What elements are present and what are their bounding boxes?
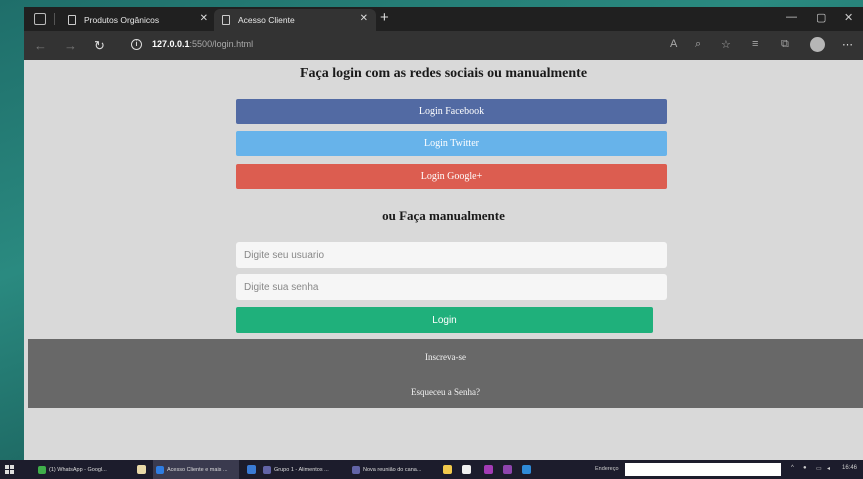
new-tab-button[interactable]: + <box>380 9 389 26</box>
page-title: Faça login com as redes sociais ou manua… <box>299 66 588 81</box>
url-path: :5500/login.html <box>189 39 254 49</box>
windows-start-icon[interactable] <box>5 465 14 474</box>
chrome-icon <box>38 465 46 474</box>
tab-separator <box>54 13 55 25</box>
read-aloud-icon[interactable]: A <box>670 38 677 50</box>
login-twitter-button[interactable]: Login Twitter <box>236 131 667 156</box>
refresh-icon[interactable]: ↻ <box>94 38 105 54</box>
manual-login-heading: ou Faça manualmente <box>382 208 505 223</box>
forgot-password-link[interactable]: Esqueceu a Senha? <box>28 387 863 397</box>
login-facebook-button[interactable]: Login Facebook <box>236 99 667 124</box>
taskbar-item-label: Nova reunião do cana... <box>363 466 422 473</box>
tab-acesso-cliente[interactable]: Acesso Cliente ✕ <box>214 9 376 31</box>
app-icon[interactable] <box>247 465 256 474</box>
url-field[interactable]: 127.0.0.1:5500/login.html <box>152 39 253 49</box>
taskbar-item-edge[interactable]: Acesso Cliente e mais ... <box>153 460 239 479</box>
taskbar-item-label: Acesso Cliente e mais ... <box>167 466 228 473</box>
address-toolbar-label: Endereço <box>595 466 619 472</box>
maximize-button[interactable]: ▢ <box>816 11 826 24</box>
mic-icon[interactable]: ● <box>803 465 807 471</box>
tab-label: Produtos Orgânicos <box>84 15 160 25</box>
password-input[interactable] <box>236 274 667 300</box>
file-explorer-icon[interactable] <box>137 465 146 474</box>
battery-icon[interactable]: ▭ <box>816 465 822 472</box>
url-host: 127.0.0.1 <box>152 39 190 49</box>
taskbar-item-label: Grupo 1 - Alimentos ... <box>274 466 329 473</box>
login-button[interactable]: Login <box>236 307 653 333</box>
taskbar: (1) WhatsApp - Googl... Acesso Cliente e… <box>0 460 863 479</box>
close-tab-icon[interactable]: ✕ <box>360 13 368 24</box>
address-bar: ← → ↻ i 127.0.0.1:5500/login.html A ⌕ ☆ … <box>24 31 863 60</box>
browser-window: Produtos Orgânicos ✕ Acesso Cliente ✕ + … <box>24 7 863 460</box>
taskbar-item-label: (1) WhatsApp - Googl... <box>49 466 107 473</box>
folder-icon[interactable] <box>443 465 452 474</box>
profile-icon[interactable] <box>810 37 825 52</box>
address-toolbar-input[interactable] <box>625 463 781 476</box>
clock[interactable]: 16:46 <box>842 465 857 471</box>
forward-icon[interactable]: → <box>64 38 77 53</box>
close-window-button[interactable]: ✕ <box>844 11 853 24</box>
more-icon[interactable]: ⋯ <box>842 38 853 51</box>
vs-icon[interactable] <box>503 465 512 474</box>
taskbar-item-whatsapp[interactable]: (1) WhatsApp - Googl... <box>38 460 130 479</box>
page-icon <box>222 15 230 25</box>
tab-label: Acesso Cliente <box>238 15 295 25</box>
favorites-icon[interactable]: ≡ <box>752 38 758 50</box>
vscode-icon[interactable] <box>522 465 531 474</box>
teams-icon <box>263 465 271 474</box>
taskbar-item-teams-group[interactable]: Grupo 1 - Alimentos ... <box>263 460 345 479</box>
login-google-button[interactable]: Login Google+ <box>236 164 667 189</box>
collections-icon[interactable]: ⧉ <box>781 38 789 51</box>
tab-produtos[interactable]: Produtos Orgânicos ✕ <box>60 9 216 31</box>
taskbar-item-teams-meeting[interactable]: Nova reunião do cana... <box>352 460 438 479</box>
tab-bar: Produtos Orgânicos ✕ Acesso Cliente ✕ + … <box>24 7 863 31</box>
favorite-icon[interactable]: ☆ <box>721 38 731 51</box>
close-tab-icon[interactable]: ✕ <box>200 13 208 24</box>
page-content: Faça login com as redes sociais ou manua… <box>24 60 863 460</box>
teams-icon <box>352 465 360 474</box>
info-icon[interactable]: i <box>131 39 142 50</box>
signup-link[interactable]: Inscreva-se <box>28 352 863 362</box>
visual-studio-icon[interactable] <box>484 465 493 474</box>
username-input[interactable] <box>236 242 667 268</box>
page-icon <box>68 15 76 25</box>
zoom-icon[interactable]: ⌕ <box>695 38 701 51</box>
tab-actions-icon[interactable] <box>34 13 46 25</box>
edge-icon <box>156 465 164 474</box>
volume-icon[interactable]: ◂ <box>827 465 830 472</box>
minimize-button[interactable]: — <box>786 11 797 23</box>
tray-chevron-icon[interactable]: ^ <box>791 465 794 471</box>
footer: Inscreva-se Esqueceu a Senha? <box>28 339 863 408</box>
document-icon[interactable] <box>462 465 471 474</box>
back-icon[interactable]: ← <box>34 38 47 53</box>
